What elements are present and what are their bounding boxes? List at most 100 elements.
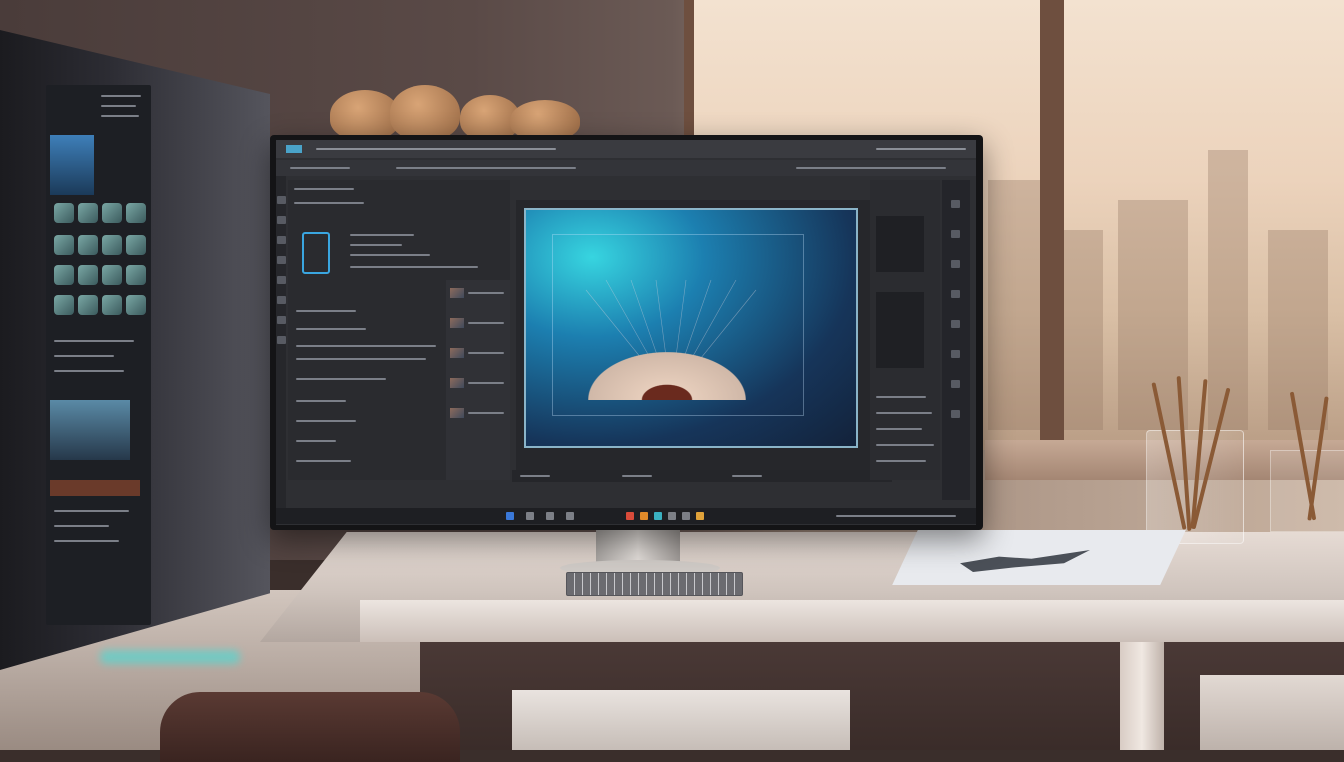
tool-button[interactable]	[277, 196, 286, 204]
property-row	[350, 254, 430, 256]
panel-dock	[942, 180, 970, 500]
layer-name[interactable]	[468, 322, 504, 324]
layer-thumbnail[interactable]	[450, 408, 464, 418]
task-icon[interactable]	[626, 512, 634, 520]
panel-preview	[876, 292, 924, 368]
slider-row[interactable]	[876, 428, 922, 430]
task-icon[interactable]	[546, 512, 554, 520]
tablet-text-line	[54, 525, 109, 527]
menu-strip[interactable]	[316, 148, 556, 150]
property-row	[296, 310, 356, 312]
layer-name[interactable]	[468, 382, 504, 384]
task-icon[interactable]	[506, 512, 514, 520]
app-icon[interactable]	[54, 203, 74, 223]
app-icon[interactable]	[126, 235, 146, 255]
dock-button[interactable]	[951, 410, 960, 418]
app-icon[interactable]	[78, 295, 98, 315]
layer-thumbnail[interactable]	[450, 348, 464, 358]
property-row	[350, 244, 402, 246]
app-icon[interactable]	[78, 203, 98, 223]
app-icon[interactable]	[78, 235, 98, 255]
storage-box	[1200, 675, 1344, 750]
task-icon[interactable]	[696, 512, 704, 520]
property-row	[296, 345, 436, 347]
app-icon[interactable]	[102, 235, 122, 255]
app-icon[interactable]	[102, 265, 122, 285]
dock-button[interactable]	[951, 320, 960, 328]
app-icon[interactable]	[54, 235, 74, 255]
property-row	[296, 440, 336, 442]
dock-button[interactable]	[951, 290, 960, 298]
dock-button[interactable]	[951, 200, 960, 208]
status-text	[732, 475, 762, 477]
task-icon[interactable]	[682, 512, 690, 520]
slider-row[interactable]	[876, 412, 932, 414]
dock-button[interactable]	[951, 260, 960, 268]
pencil-jar	[1270, 391, 1344, 532]
tool-button[interactable]	[277, 256, 286, 264]
app-icon[interactable]	[78, 265, 98, 285]
tablet-thumbnail[interactable]	[50, 135, 94, 195]
status-bar	[512, 470, 892, 482]
layer-name[interactable]	[468, 352, 504, 354]
layers-panel	[446, 280, 510, 480]
app-icon[interactable]	[102, 203, 122, 223]
tool-button[interactable]	[277, 216, 286, 224]
app-icon[interactable]	[102, 295, 122, 315]
app-icon[interactable]	[126, 265, 146, 285]
chair-back	[160, 692, 460, 762]
system-tray[interactable]	[836, 515, 956, 517]
tool-button[interactable]	[277, 316, 286, 324]
property-row	[296, 328, 366, 330]
layer-thumbnail[interactable]	[450, 378, 464, 388]
tool-button[interactable]	[277, 336, 286, 344]
tablet-text-line	[54, 355, 114, 357]
app-icon[interactable]	[126, 295, 146, 315]
layer-thumbnail[interactable]	[450, 288, 464, 298]
slider-row[interactable]	[876, 396, 926, 398]
layer-name[interactable]	[468, 292, 504, 294]
task-icon[interactable]	[668, 512, 676, 520]
status-text	[622, 475, 652, 477]
property-row	[296, 378, 386, 380]
tablet-thumbnail[interactable]	[50, 400, 130, 460]
property-row	[296, 400, 346, 402]
dock-button[interactable]	[951, 230, 960, 238]
task-icon[interactable]	[640, 512, 648, 520]
menu-item[interactable]	[396, 167, 576, 169]
window-controls[interactable]	[876, 148, 966, 150]
tablet-text-line	[54, 540, 119, 542]
task-icon[interactable]	[566, 512, 574, 520]
device-preview-icon	[302, 232, 330, 274]
layer-thumbnail[interactable]	[450, 318, 464, 328]
pencil-jar	[1146, 376, 1244, 544]
window-mullion	[1040, 0, 1064, 450]
task-icon[interactable]	[654, 512, 662, 520]
tablet-text-line	[101, 105, 136, 107]
task-icon[interactable]	[526, 512, 534, 520]
adjustments-panel	[870, 180, 940, 480]
tool-button[interactable]	[277, 296, 286, 304]
options-bar[interactable]	[796, 167, 946, 169]
shell-fan-art	[588, 352, 746, 400]
panel-header	[294, 202, 364, 204]
property-row	[296, 460, 351, 462]
dock-button[interactable]	[951, 380, 960, 388]
property-row	[296, 358, 426, 360]
dock-button[interactable]	[951, 350, 960, 358]
tablet-text-line	[54, 510, 129, 512]
tool-button[interactable]	[277, 236, 286, 244]
menu-item[interactable]	[290, 167, 350, 169]
slider-row[interactable]	[876, 444, 934, 446]
tool-button[interactable]	[277, 276, 286, 284]
app-icon[interactable]	[54, 265, 74, 285]
keyboard[interactable]	[566, 572, 743, 596]
layer-name[interactable]	[468, 412, 504, 414]
shell	[510, 100, 580, 140]
app-icon[interactable]	[126, 203, 146, 223]
status-text	[520, 475, 550, 477]
shell-decor	[310, 85, 590, 140]
storage-box	[512, 690, 850, 750]
slider-row[interactable]	[876, 460, 926, 462]
app-icon[interactable]	[54, 295, 74, 315]
